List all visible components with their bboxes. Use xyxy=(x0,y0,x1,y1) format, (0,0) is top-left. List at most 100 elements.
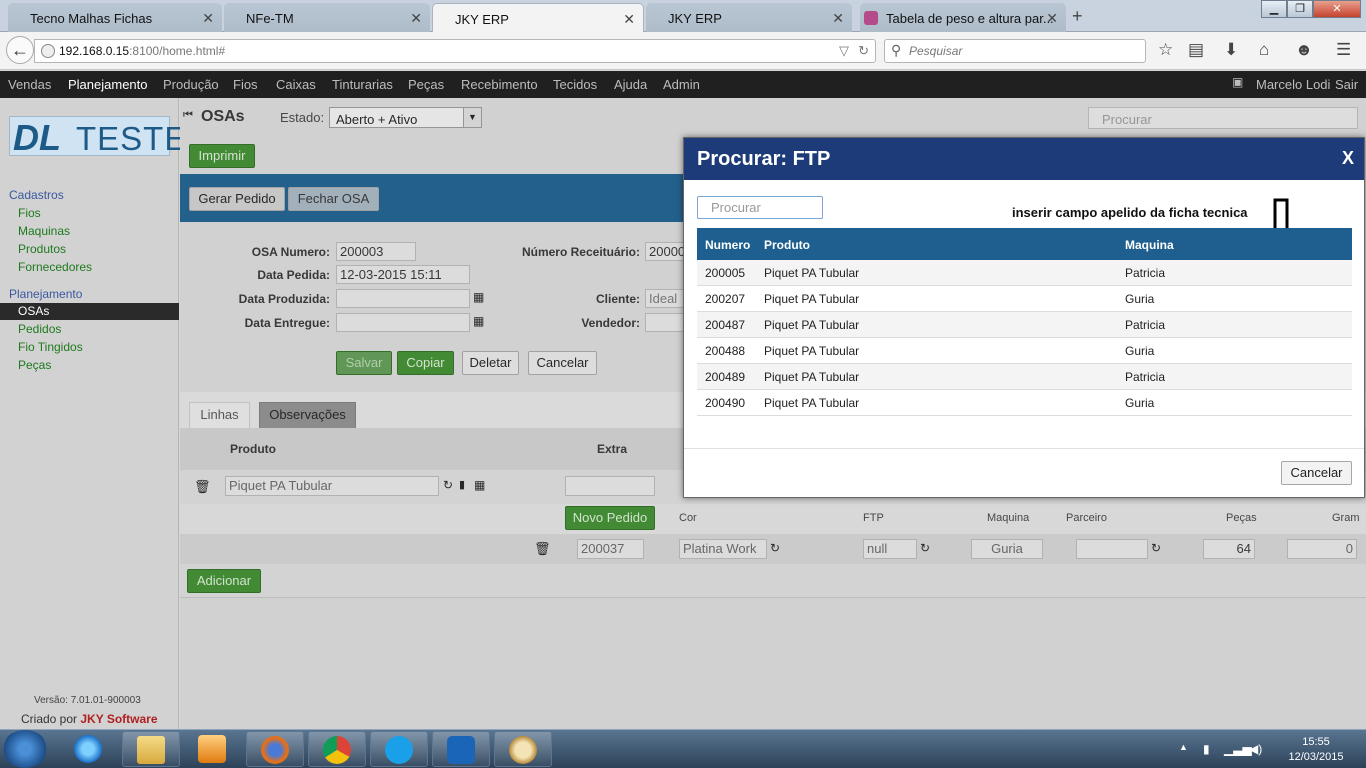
tab-close-icon[interactable]: ✕ xyxy=(410,10,422,27)
trash-icon[interactable]: 🗑 xyxy=(194,479,211,495)
refresh-icon[interactable]: ↻ xyxy=(920,541,930,555)
signal-icon[interactable]: ▮ xyxy=(459,478,465,491)
volume-icon[interactable]: ◀) xyxy=(1249,742,1262,756)
hamburger-menu-icon[interactable]: ☰ xyxy=(1336,40,1351,60)
tab-observacoes[interactable]: Observações xyxy=(259,402,356,428)
media-player-icon[interactable] xyxy=(184,731,242,767)
menu-planejamento[interactable]: Planejamento xyxy=(68,77,148,92)
sidebar-item-produtos[interactable]: Produtos xyxy=(18,242,66,256)
refresh-icon[interactable]: ↻ xyxy=(1151,541,1161,555)
battery-icon[interactable]: ▮ xyxy=(1203,742,1210,756)
teamviewer-icon[interactable] xyxy=(432,731,490,767)
sub-ftp-field[interactable]: null xyxy=(863,539,917,559)
deletar-button[interactable]: Deletar xyxy=(462,351,519,375)
data-produzida-field[interactable] xyxy=(336,289,470,308)
maximize-icon[interactable]: ❐ xyxy=(1287,0,1313,18)
collapse-sidebar-icon[interactable]: ⏮ xyxy=(183,109,193,122)
copiar-button[interactable]: Copiar xyxy=(397,351,454,375)
print-button[interactable]: Imprimir xyxy=(189,144,255,168)
salvar-button[interactable]: Salvar xyxy=(336,351,392,375)
novo-pedido-button[interactable]: Novo Pedido xyxy=(565,506,655,530)
reload-icon[interactable]: ↻ xyxy=(858,43,869,59)
download-icon[interactable]: ⬇ xyxy=(1224,40,1238,60)
menu-tinturarias[interactable]: Tinturarias xyxy=(332,77,393,92)
tab-close-icon[interactable]: ✕ xyxy=(202,10,214,27)
sidebar-item-osas[interactable]: OSAs xyxy=(0,303,179,320)
cliente-field[interactable]: Ideal V xyxy=(645,289,685,308)
credit-company-link[interactable]: JKY Software xyxy=(80,712,157,726)
sub-maquina-field[interactable]: Guria xyxy=(971,539,1043,559)
tab-linhas[interactable]: Linhas xyxy=(189,402,250,428)
bookmark-star-icon[interactable]: ☆ xyxy=(1158,40,1173,60)
minimize-icon[interactable]: ▁ xyxy=(1261,0,1287,18)
sub-pecas-field[interactable]: 64 xyxy=(1203,539,1255,559)
sidebar-item-maquinas[interactable]: Maquinas xyxy=(18,224,70,238)
table-row[interactable]: 200489 Piquet PA Tubular Patricia xyxy=(697,364,1352,390)
osa-numero-field[interactable]: 200003 xyxy=(336,242,416,261)
dropdown-arrow-icon[interactable]: ▽ xyxy=(839,43,849,59)
table-row[interactable]: 200487 Piquet PA Tubular Patricia xyxy=(697,312,1352,338)
data-entregue-field[interactable] xyxy=(336,313,470,332)
sidebar-item-fio-tingidos[interactable]: Fio Tingidos xyxy=(18,340,83,354)
adicionar-button[interactable]: Adicionar xyxy=(187,569,261,593)
grid-icon[interactable]: ▦ xyxy=(474,478,485,492)
tab-close-icon[interactable]: ✕ xyxy=(1046,10,1058,27)
show-hidden-icons-icon[interactable]: ▲ xyxy=(1179,742,1188,752)
menu-fios[interactable]: Fios xyxy=(233,77,258,92)
chat-icon[interactable]: ☻ xyxy=(1295,40,1313,60)
sub-gram-field[interactable]: 0 xyxy=(1287,539,1357,559)
close-window-icon[interactable]: ✕ xyxy=(1313,0,1361,18)
url-bar[interactable]: 192.168.0.15:8100/home.html# ▽ ↻ xyxy=(34,39,876,63)
sub-parceiro-field[interactable] xyxy=(1076,539,1148,559)
sidebar-item-fios[interactable]: Fios xyxy=(18,206,41,220)
paint-icon[interactable] xyxy=(494,731,552,767)
sidebar-item-pedidos[interactable]: Pedidos xyxy=(18,322,61,336)
menu-admin[interactable]: Admin xyxy=(663,77,700,92)
menu-ajuda[interactable]: Ajuda xyxy=(614,77,647,92)
browser-tab-jky-erp-active[interactable]: JKY ERP ✕ xyxy=(432,3,644,32)
estado-select[interactable]: Aberto + Ativo ▼ xyxy=(329,107,482,128)
user-name[interactable]: Marcelo Lodi xyxy=(1256,77,1330,92)
start-button-icon[interactable] xyxy=(2,730,48,768)
logout-link[interactable]: Sair xyxy=(1335,77,1358,92)
modal-cancel-button[interactable]: Cancelar xyxy=(1281,461,1352,485)
fechar-osa-button[interactable]: Fechar OSA xyxy=(288,187,379,211)
line-produto-field[interactable]: Piquet PA Tubular xyxy=(225,476,439,496)
sub-pedido-field[interactable]: 200037 xyxy=(577,539,644,559)
table-row[interactable]: 200005 Piquet PA Tubular Patricia xyxy=(697,260,1352,286)
menu-caixas[interactable]: Caixas xyxy=(276,77,316,92)
main-search-input[interactable]: Procurar xyxy=(1088,107,1358,129)
refresh-icon[interactable]: ↻ xyxy=(770,541,780,555)
menu-pecas[interactable]: Peças xyxy=(408,77,444,92)
vendedor-field[interactable] xyxy=(645,313,685,332)
skype-icon[interactable] xyxy=(370,731,428,767)
bookmarks-list-icon[interactable]: ▤ xyxy=(1188,40,1204,60)
taskbar-clock[interactable]: 15:55 12/03/2015 xyxy=(1276,735,1356,765)
menu-tecidos[interactable]: Tecidos xyxy=(553,77,597,92)
calendar-icon[interactable]: ▦ xyxy=(473,290,484,304)
table-row[interactable]: 200488 Piquet PA Tubular Guria xyxy=(697,338,1352,364)
menu-recebimento[interactable]: Recebimento xyxy=(461,77,538,92)
sidebar-item-pecas[interactable]: Peças xyxy=(18,358,51,372)
browser-tab-jky-erp[interactable]: JKY ERP ✕ xyxy=(646,3,852,32)
modal-close-icon[interactable]: X xyxy=(1342,148,1354,169)
sidebar-item-fornecedores[interactable]: Fornecedores xyxy=(18,260,92,274)
data-pedida-field[interactable]: 12-03-2015 15:11 xyxy=(336,265,470,284)
tab-close-icon[interactable]: ✕ xyxy=(832,10,844,27)
home-icon[interactable]: ⌂ xyxy=(1259,40,1269,60)
network-signal-icon[interactable]: ▁▃▅ xyxy=(1224,742,1252,756)
numero-receituario-field[interactable]: 20000 xyxy=(645,242,685,261)
chrome-icon[interactable] xyxy=(308,731,366,767)
calendar-icon[interactable]: ▦ xyxy=(473,314,484,328)
tab-close-icon[interactable]: ✕ xyxy=(623,11,635,28)
cancelar-button[interactable]: Cancelar xyxy=(528,351,597,375)
browser-tab-nfe[interactable]: NFe-TM ✕ xyxy=(224,3,430,32)
trash-icon[interactable]: 🗑 xyxy=(534,541,551,557)
table-row[interactable]: 200207 Piquet PA Tubular Guria xyxy=(697,286,1352,312)
menu-producao[interactable]: Produção xyxy=(163,77,219,92)
browser-tab-tecno-malhas[interactable]: Tecno Malhas Fichas ✕ xyxy=(8,3,222,32)
line-extra-field[interactable] xyxy=(565,476,655,496)
back-arrow-icon[interactable]: ← xyxy=(6,36,34,64)
firefox-icon[interactable] xyxy=(246,731,304,767)
file-explorer-icon[interactable] xyxy=(122,731,180,767)
